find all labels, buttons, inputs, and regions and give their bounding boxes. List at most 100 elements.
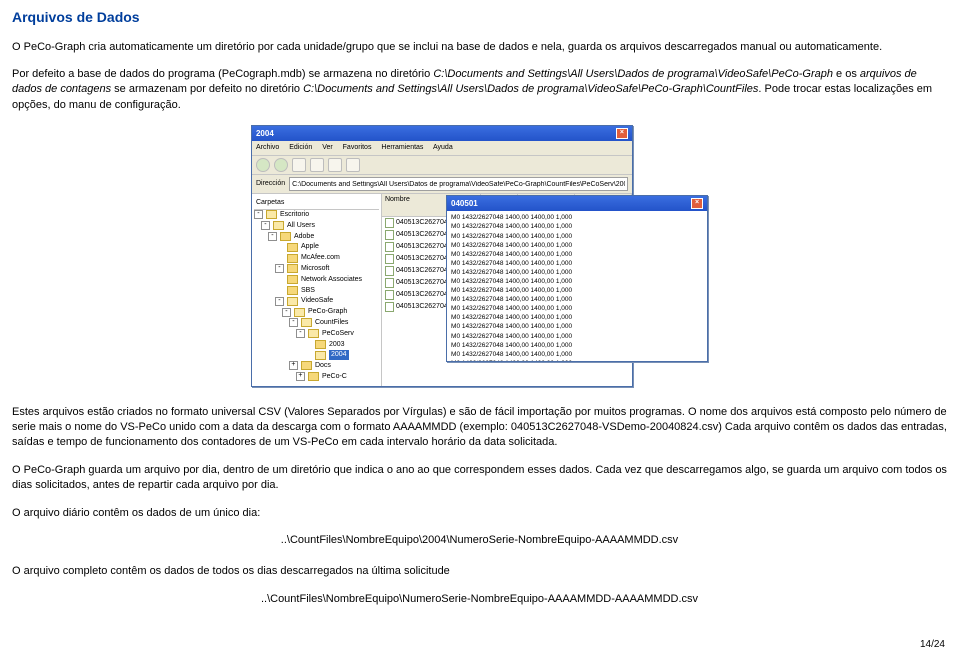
tree-node: McAfee.com — [254, 253, 379, 264]
window-toolbar — [252, 156, 632, 175]
tree-label: 2003 — [329, 340, 345, 350]
tree-node: Apple — [254, 242, 379, 253]
views-icon — [346, 158, 360, 172]
menu-item: Herramientas — [381, 144, 423, 151]
tree-node: - VideoSafe — [254, 296, 379, 307]
expand-icon: - — [289, 318, 298, 327]
tree-label: CountFiles — [315, 318, 348, 328]
tree-label: Microsoft — [301, 264, 329, 274]
tree-node: - Escritorio — [254, 210, 379, 221]
tree-node: + PeCo-C — [254, 372, 379, 383]
data-line: M0 1432/2627048 1400,00 1400,00 1,000 — [451, 268, 703, 277]
tree-node: - CountFiles — [254, 318, 379, 329]
tree-node: - Adobe — [254, 232, 379, 243]
close-icon: × — [691, 198, 703, 209]
expand-icon: + — [289, 361, 298, 370]
search-icon — [310, 158, 324, 172]
page-number: 14/24 — [920, 638, 945, 652]
tree-label: PeCoServ — [322, 329, 354, 339]
paths-paragraph: Por defeito a base de dados do programa … — [12, 67, 947, 113]
menu-item: Ayuda — [433, 144, 453, 151]
file-icon — [385, 266, 394, 276]
folder-icon — [287, 254, 298, 263]
path-text: C:\Documents and Settings\All Users\Dado… — [303, 83, 758, 95]
window-titlebar: 040501 × — [447, 196, 707, 211]
folder-icon — [308, 329, 319, 338]
tree-label: Apple — [301, 242, 319, 252]
storage-paragraph: O PeCo-Graph guarda um arquivo por dia, … — [12, 463, 947, 494]
tree-label: Docs — [315, 361, 331, 371]
folder-icon — [294, 308, 305, 317]
tree-label: SBS — [301, 286, 315, 296]
data-line: M0 1432/2627048 1400,00 1400,00 1,000 — [451, 295, 703, 304]
menu-item: Edición — [289, 144, 312, 151]
up-icon — [292, 158, 306, 172]
tree-label: Escritorio — [280, 210, 309, 220]
tree-label: Network Associates — [301, 275, 362, 285]
text: se armazenam por defeito no diretório — [111, 83, 303, 95]
file-icon — [385, 218, 394, 228]
file-icon — [385, 254, 394, 264]
expand-icon: + — [296, 372, 305, 381]
complete-file-label: O arquivo completo contêm os dados de to… — [12, 564, 947, 579]
folder-icon — [301, 361, 312, 370]
data-line: M0 1432/2627048 1400,00 1400,00 1,000 — [451, 322, 703, 331]
path-text: C:\Documents and Settings\All Users\Dado… — [433, 68, 833, 80]
text: e os — [833, 68, 860, 80]
address-label: Dirección — [256, 179, 285, 189]
expand-icon: - — [254, 210, 263, 219]
folders-icon — [328, 158, 342, 172]
tree-label: VideoSafe — [301, 296, 333, 306]
window-title: 2004 — [256, 128, 274, 139]
text: Por defeito a base de dados do programa … — [12, 68, 433, 80]
complete-file-path: ..\CountFiles\NombreEquipo\NumeroSerie-N… — [12, 592, 947, 607]
data-line: M0 1432/2627048 1400,00 1400,00 1,000 — [451, 304, 703, 313]
expand-icon: - — [268, 232, 277, 241]
file-icon — [385, 230, 394, 240]
data-line: M0 1432/2627048 1400,00 1400,00 1,000 — [451, 341, 703, 350]
file-icon — [385, 278, 394, 288]
tree-node: SBS — [254, 286, 379, 297]
tree-node: - PeCo-Graph — [254, 307, 379, 318]
file-icon — [385, 302, 394, 312]
tree-node: Network Associates — [254, 275, 379, 286]
folder-icon — [287, 264, 298, 273]
expand-icon: - — [275, 297, 284, 306]
tree-node: + Docs — [254, 361, 379, 372]
tree-label: Adobe — [294, 232, 314, 242]
forward-icon — [274, 158, 288, 172]
menu-item: Archivo — [256, 144, 279, 151]
address-input — [289, 177, 628, 191]
folder-icon — [308, 372, 319, 381]
folder-icon — [301, 318, 312, 327]
menu-item: Ver — [322, 144, 333, 151]
window-title: 040501 — [451, 198, 478, 209]
tree-node: 2003 — [254, 340, 379, 351]
tree-node: -PeCoServ — [254, 329, 379, 340]
tree-label: 2004 — [329, 350, 349, 360]
text-content: M0 1432/2627048 1400,00 1400,00 1,000M0 … — [447, 211, 707, 361]
tree-label: All Users — [287, 221, 315, 231]
window-titlebar: 2004 × — [252, 126, 632, 141]
daily-file-path: ..\CountFiles\NombreEquipo\2004\NumeroSe… — [12, 533, 947, 548]
folder-icon — [273, 221, 284, 230]
screenshot-figure: 2004 × Archivo Edición Ver Favoritos Her… — [12, 125, 947, 387]
folder-tree: Carpetas -Escritorio-All Users-AdobeAppl… — [252, 194, 382, 386]
intro-paragraph: O PeCo-Graph cria automaticamente um dir… — [12, 40, 947, 55]
expand-icon: - — [261, 221, 270, 230]
folder-icon — [315, 340, 326, 349]
folder-icon — [266, 210, 277, 219]
folder-icon — [287, 275, 298, 284]
data-line: M0 1432/2627048 1400,00 1400,00 1,000 — [451, 350, 703, 359]
expand-icon: - — [282, 308, 291, 317]
tree-label: PeCo-C — [322, 372, 347, 382]
tree-label: PeCo-Graph — [308, 307, 347, 317]
close-icon: × — [616, 128, 628, 139]
tree-label: McAfee.com — [301, 253, 340, 263]
file-icon — [385, 290, 394, 300]
expand-icon: - — [275, 264, 284, 273]
notepad-window-front: 040501 × M0 1432/2627048 1400,00 1400,00… — [446, 195, 708, 362]
data-line: M0 1432/2627048 1400,00 1400,00 1,000 — [451, 213, 703, 222]
file-icon — [385, 242, 394, 252]
folder-icon — [280, 232, 291, 241]
